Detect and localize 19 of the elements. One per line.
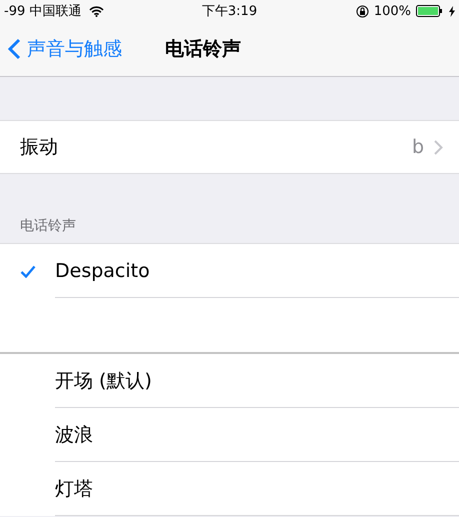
page-title: 电话铃声 [165,37,241,62]
charging-icon [449,6,455,16]
ringtone-row[interactable]: 灯塔 [0,462,459,516]
carrier-label: -99 中国联通 [4,3,82,20]
section-header: 电话铃声 [20,217,76,235]
ringtone-row[interactable]: 开场 (默认) [0,354,459,408]
ringtone-row[interactable]: Despacito [0,244,459,298]
chevron-icon [434,140,443,154]
back-chevron-icon [8,38,21,60]
wifi-icon [89,6,104,16]
battery-percent: 100% [374,4,411,18]
ringtone-row[interactable]: 波浪 [0,408,459,462]
time-label: 下午3:19 [202,4,258,19]
vibration-row[interactable]: 振动 b [0,120,459,174]
checkmark-icon [20,264,36,278]
back-button[interactable]: 声音与触感 [0,36,122,62]
vibration-value: b [412,136,424,158]
battery-icon [416,5,444,17]
rotation-lock-icon [356,4,369,18]
